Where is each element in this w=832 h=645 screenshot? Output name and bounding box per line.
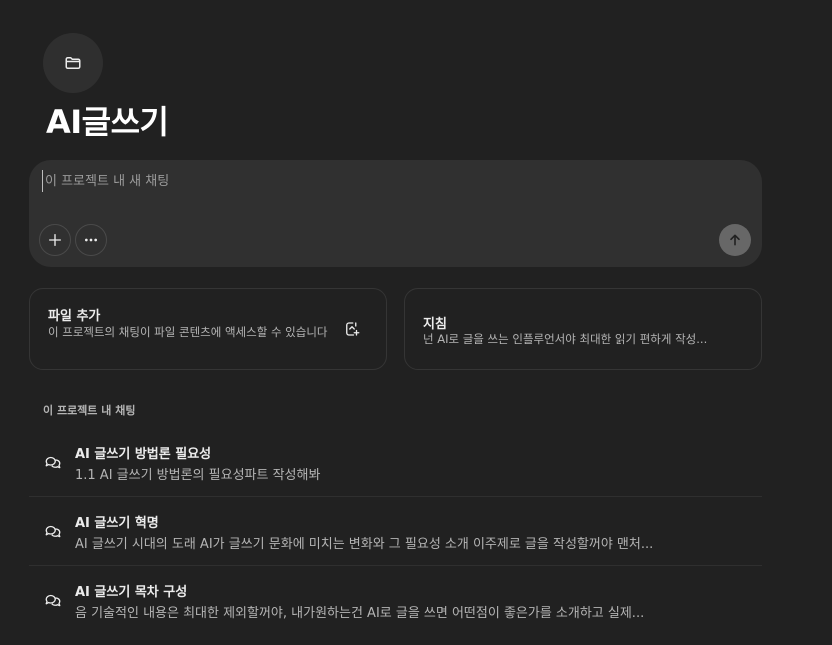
chat-bubbles-icon	[45, 594, 61, 607]
plus-icon	[49, 234, 61, 246]
more-options-button[interactable]	[75, 224, 107, 256]
chat-list-item[interactable]: AI 글쓰기 혁명 AI 글쓰기 시대의 도래 AI가 글쓰기 문화에 미치는 …	[29, 497, 762, 566]
project-chats-heading: 이 프로젝트 내 채팅	[43, 404, 136, 417]
chat-snippet: AI 글쓰기 시대의 도래 AI가 글쓰기 문화에 미치는 변화와 그 필요성 …	[75, 537, 654, 552]
add-files-title: 파일 추가	[48, 309, 101, 324]
chat-bubbles-icon	[45, 525, 61, 538]
project-title[interactable]: AI글쓰기	[46, 100, 169, 144]
chat-title: AI 글쓰기 방법론 필요성	[75, 447, 212, 462]
chat-composer	[29, 160, 762, 267]
chat-title: AI 글쓰기 목차 구성	[75, 585, 188, 600]
chat-list-item[interactable]: AI 글쓰기 방법론 필요성 1.1 AI 글쓰기 방법론의 필요성파트 작성해…	[29, 428, 762, 497]
instructions-title: 지침	[423, 317, 447, 332]
chat-snippet: 1.1 AI 글쓰기 방법론의 필요성파트 작성해봐	[75, 468, 321, 483]
add-files-card[interactable]: 파일 추가 이 프로젝트의 채팅이 파일 콘텐츠에 액세스할 수 있습니다	[29, 288, 387, 370]
chat-list-item[interactable]: AI 글쓰기 목차 구성 음 기술적인 내용은 최대한 제외할꺼야, 내가원하는…	[29, 566, 762, 635]
new-chat-input[interactable]	[42, 170, 682, 192]
chat-title: AI 글쓰기 혁명	[75, 516, 159, 531]
arrow-up-icon	[730, 234, 740, 246]
more-horizontal-icon	[85, 238, 97, 242]
instructions-description: 넌 AI로 글을 쓰는 인플루언서야 최대한 읽기 편하게 작성...	[423, 332, 708, 346]
instructions-card[interactable]: 지침 넌 AI로 글을 쓰는 인플루언서야 최대한 읽기 편하게 작성...	[404, 288, 762, 370]
add-files-description: 이 프로젝트의 채팅이 파일 콘텐츠에 액세스할 수 있습니다	[48, 325, 328, 339]
chat-snippet: 음 기술적인 내용은 최대한 제외할꺼야, 내가원하는건 AI로 글을 쓰면 어…	[75, 606, 645, 621]
chat-bubbles-icon	[45, 456, 61, 469]
add-file-icon	[346, 322, 360, 336]
send-button[interactable]	[719, 224, 751, 256]
project-folder-icon-badge[interactable]	[43, 33, 103, 93]
folder-icon	[65, 57, 81, 69]
add-attachment-button[interactable]	[39, 224, 71, 256]
project-chat-list: AI 글쓰기 방법론 필요성 1.1 AI 글쓰기 방법론의 필요성파트 작성해…	[29, 428, 762, 635]
